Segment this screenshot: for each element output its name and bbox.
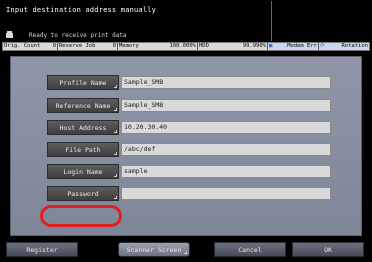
file-path-button[interactable]: File Path xyxy=(47,142,119,157)
screen-title: Input destination address manually xyxy=(6,6,157,14)
scanner-screen-button[interactable]: Scanner Screen xyxy=(118,242,190,257)
login-name-button[interactable]: Login Name xyxy=(47,164,119,179)
rotation-cell: ⟳ Rotation xyxy=(319,43,369,50)
memory-cell: Memory 100.000% xyxy=(118,43,198,50)
login-name-row: Login Name sample xyxy=(47,164,331,179)
password-highlight-circle xyxy=(40,205,122,227)
reserve-job-label: Reserve Job xyxy=(59,43,96,49)
header: Input destination address manually Ready… xyxy=(1,0,371,47)
corner-mark-icon xyxy=(184,251,187,254)
modem-error-label: Modem Err xyxy=(287,43,317,49)
register-button[interactable]: Register xyxy=(6,242,78,257)
password-field xyxy=(121,187,331,200)
printer-icon xyxy=(6,31,13,38)
hdd-cell: HDD 99.990% xyxy=(198,43,268,50)
reference-name-row: Reference Name Sample_SMB xyxy=(47,98,331,113)
password-row: Password xyxy=(47,186,331,201)
ok-button[interactable]: OK xyxy=(292,242,364,257)
corner-mark-icon xyxy=(114,152,117,155)
file-path-label: File Path xyxy=(65,145,101,154)
modem-error-cell: ▩ Modem Err xyxy=(268,43,319,50)
profile-name-row: Profile Name Sample_SMB xyxy=(47,75,331,90)
corner-mark-icon xyxy=(114,196,117,199)
status-text: Ready to receive print data xyxy=(29,32,127,39)
memory-label: Memory xyxy=(119,43,139,49)
reference-name-field: Sample_SMB xyxy=(121,99,331,112)
login-name-label: Login Name xyxy=(63,167,103,176)
host-address-row: Host Address 10.20.30.40 xyxy=(47,120,331,135)
modem-error-icon: ▩ xyxy=(269,43,273,49)
rotation-icon: ⟳ xyxy=(320,43,325,49)
orig-count-value: 0 xyxy=(52,43,56,49)
scanner-screen-label: Scanner Screen xyxy=(126,245,182,254)
host-address-label: Host Address xyxy=(59,123,107,132)
profile-name-field: Sample_SMB xyxy=(121,76,331,89)
status-info-bar: Orig. Count 0 Reserve Job 0 Memory 100.0… xyxy=(2,42,370,51)
hdd-label: HDD xyxy=(199,43,209,49)
header-divider xyxy=(271,1,272,41)
corner-mark-icon xyxy=(114,130,117,133)
orig-count-cell: Orig. Count 0 xyxy=(3,43,58,50)
host-address-button[interactable]: Host Address xyxy=(47,120,119,135)
memory-value: 100.000% xyxy=(169,43,197,49)
corner-mark-icon xyxy=(114,85,117,88)
corner-mark-icon xyxy=(114,174,117,177)
login-name-field: sample xyxy=(121,165,331,178)
host-address-field: 10.20.30.40 xyxy=(121,121,331,134)
file-path-row: File Path /abc/def xyxy=(47,142,331,157)
rotation-label: Rotation xyxy=(341,43,369,49)
password-button[interactable]: Password xyxy=(47,186,119,201)
status-line: Ready to receive print data xyxy=(6,31,127,39)
reference-name-label: Reference Name xyxy=(55,101,111,110)
profile-name-button[interactable]: Profile Name xyxy=(47,75,119,90)
hdd-value: 99.990% xyxy=(242,43,266,49)
cancel-button[interactable]: Cancel xyxy=(214,242,286,257)
reference-name-button[interactable]: Reference Name xyxy=(47,98,119,113)
profile-name-label: Profile Name xyxy=(59,78,107,87)
orig-count-label: Orig. Count xyxy=(4,43,41,49)
file-path-field: /abc/def xyxy=(121,143,331,156)
reserve-job-value: 0 xyxy=(112,43,116,49)
footer-bar: Register Scanner Screen Cancel OK xyxy=(0,238,372,262)
reserve-job-cell: Reserve Job 0 xyxy=(58,43,118,50)
password-label: Password xyxy=(67,189,99,198)
corner-mark-icon xyxy=(114,108,117,111)
